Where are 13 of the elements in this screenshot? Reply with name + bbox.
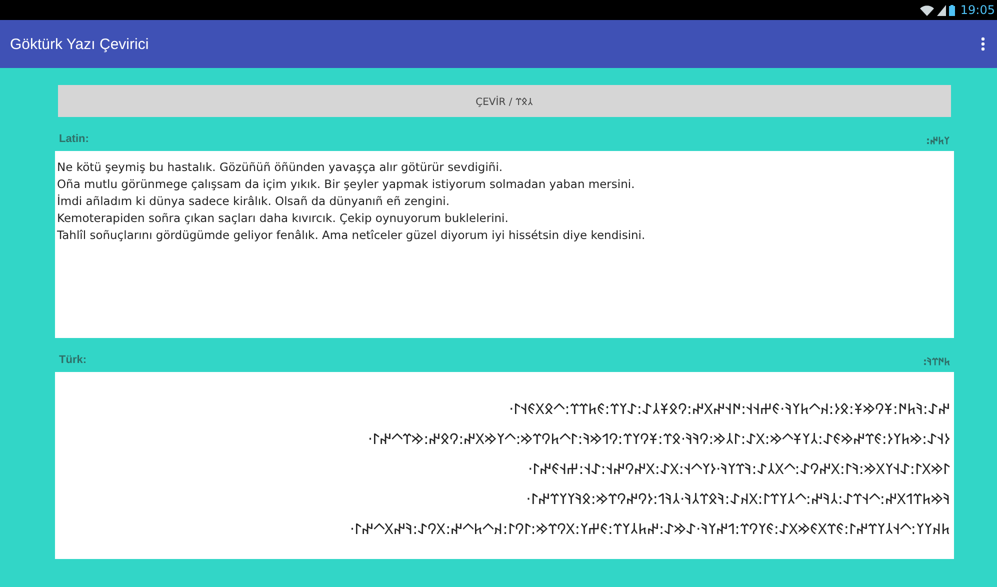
wifi-icon — [920, 4, 934, 16]
menu-icon[interactable] — [981, 37, 985, 51]
section-label-runic: 𐰠𐱅𐰤: — [926, 135, 950, 147]
battery-icon — [949, 4, 956, 16]
latin-text-field[interactable]: Ne kötü şeymiş bu hastalık. Gözüñüñ öñünden yavaşça alır götürür sevdigiñi. Oña mutlu görünmege çalışsam da içim yıkık. Bir şeyler yapmak istiyorum solmadan yaban mersini. İmdi añladım ki dünya sadece kirâlık. Olsañ da dünyanıñ eñ zengini. Kemoterapiden soñra çıkan saçları daha kıvırcık. Çekip oynuyorum buklelerini. Tahlîl soñuçlarını gördügümde geliyor fenâlık. Ama netîceler güzel diyorum iyi hissétsin diye kendisini. — [55, 151, 954, 338]
section-label: Türk: — [59, 354, 86, 368]
runic-text-field[interactable]: 𐰤𐰀:𐰚𐱅𐰇:𐱁𐰘𐰢𐱁:𐰋𐰆:𐰴𐱀𐱅𐰠𐰚·𐰏𐰔𐰭𐰭:𐰇𐰭𐰤𐰓𐰤:𐰘𐰋𐱁𐰲𐰀:𐰀𐰠𐰼:𐰏𐱅𐰼𐰼:𐱀𐰋𐰓𐰏𐰭𐰃· 𐰆𐰭𐰀:𐰢𐱅𐰠𐰆:𐰏𐰼𐰤𐰢𐰏𐰀:𐰲𐰠𐱁𐱀𐰢:𐰓𐰀:𐰃𐰲𐰢:𐰘𐰚𐰚·𐰋𐰼:𐱁𐰘𐰠𐰼:𐰘𐰯𐰢𐰚:𐰃𐱀𐱅𐰘𐰼𐰢:𐱀𐰠𐰢𐰓𐰤:𐰘𐰋𐰤:𐰢𐰼𐱀𐰤𐰃· 𐰃𐰢𐰓𐰃:𐰀𐰭𐰠𐰓𐰢:𐰚𐰃:𐰓𐰤𐰘𐰀:𐱀𐰓𐰲𐰀:𐰚𐰼𐰠𐰚·𐰆𐰠𐱀𐰭:𐰓𐰀:𐰓𐰤𐰘𐰤𐰭:𐰀𐰭:𐰔𐰭𐰏𐰤𐰃· 𐰚𐰢𐱅𐰼𐰯𐰓𐰤:𐱀𐰭𐰼𐰀:𐰲𐰚𐰤:𐱀𐰲𐰠𐰼𐰃:𐰓𐰴𐰀:𐰚𐰋𐰼𐰲𐰚·𐰲𐰚𐰯:𐰆𐰘𐰤𐰘𐰼𐰢:𐰋𐰚𐰠𐰠𐰼𐰤𐰃· 𐱅𐰴𐰠𐰠:𐱀𐰭𐰲𐰠𐰼𐰤𐰃:𐰏𐰼𐰓𐰏𐰢𐰓𐰀:𐰏𐰠𐰘𐰼:𐰯𐰤𐰠𐰚·𐰀𐰢𐰀:𐰤𐱅𐰲𐰠𐰼:𐰏𐰔𐰠:𐰓𐰘𐰼𐰢:𐰃𐰘𐰃:𐰴𐱀𐱅𐱀𐰤:𐰓𐰘𐰀:𐰚𐰤𐰓𐱀𐰤𐰃· — [55, 372, 954, 559]
signal-icon — [937, 4, 946, 16]
convert-button[interactable]: ÇEVİR / 𐰲𐰋𐰼 — [58, 85, 951, 117]
clock: 19:05 — [960, 3, 995, 17]
app-title: Göktürk Yazı Çevirici — [10, 36, 149, 52]
section-label: Latin: — [59, 133, 89, 147]
section-label-runic: 𐱅𐰇𐰼𐰚: — [923, 356, 950, 368]
